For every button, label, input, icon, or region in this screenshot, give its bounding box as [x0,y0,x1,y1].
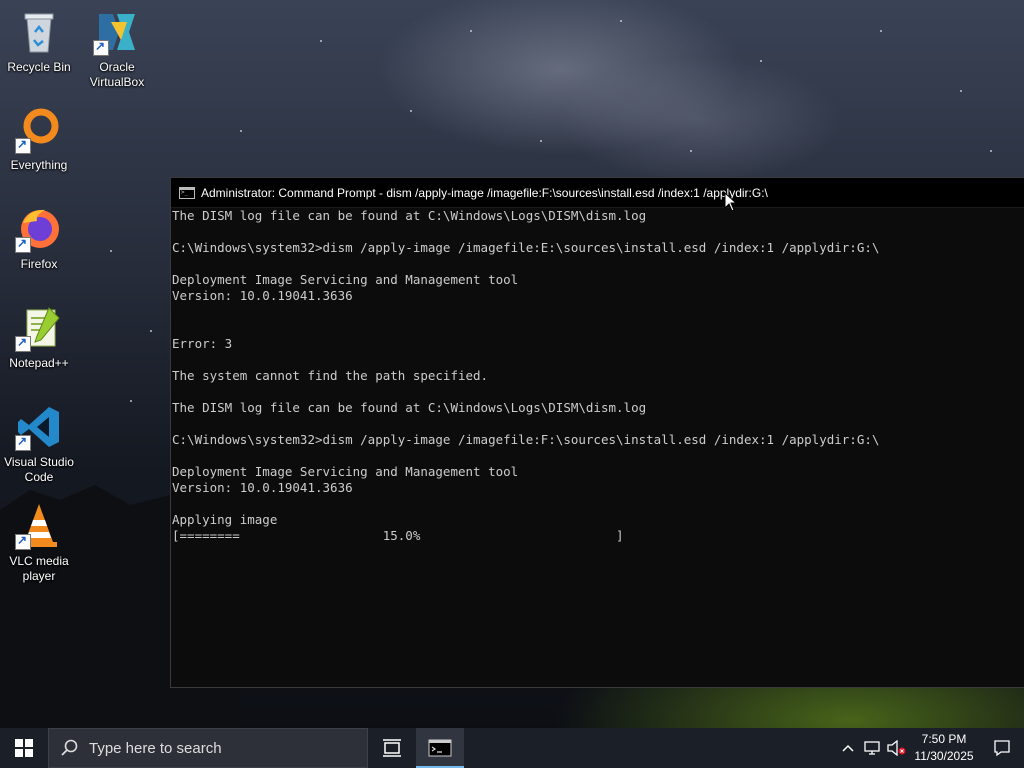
action-center-button[interactable] [980,728,1024,768]
shortcut-arrow-icon [15,137,31,154]
taskbar-command-prompt[interactable] [416,728,464,768]
console-line: Error: 3 [172,336,233,351]
search-icon [49,739,89,757]
taskbar-clock[interactable]: 7:50 PM 11/30/2025 [908,731,980,765]
shortcut-arrow-icon [15,533,31,550]
window-titlebar[interactable]: Administrator: Command Prompt - dism /ap… [171,178,1024,208]
start-button[interactable] [0,728,48,768]
console-line: The DISM log file can be found at C:\Win… [172,400,647,415]
search-placeholder: Type here to search [89,739,222,757]
virtualbox-icon [93,8,141,56]
command-prompt-icon [179,186,195,199]
everything-icon [15,106,63,154]
desktop-icon-vscode[interactable]: Visual Studio Code [0,403,78,485]
console-line: Applying image [172,512,278,527]
windows-logo-icon [15,739,33,757]
shortcut-arrow-icon [15,434,31,451]
desktop-icon-vlc[interactable]: VLC media player [0,502,78,584]
shortcut-arrow-icon [15,335,31,352]
vscode-icon [15,403,63,451]
desktop-icon-label: Firefox [20,257,58,271]
desktop-icon-firefox[interactable]: Firefox [0,205,78,272]
firefox-icon [15,205,63,253]
desktop-icon-notepadpp[interactable]: Notepad++ [0,304,78,371]
vlc-icon [15,502,63,550]
desktop-icon-label: VLC media player [9,554,69,583]
console-line: C:\Windows\system32>dism /apply-image /i… [172,240,880,255]
console-line: The system cannot find the path specifie… [172,368,489,383]
console-line: Version: 10.0.19041.3636 [172,480,353,495]
volume-muted-icon[interactable] [884,728,908,768]
chevron-up-icon[interactable] [836,728,860,768]
taskbar-search-box[interactable]: Type here to search [48,728,368,768]
desktop-icon-label: Oracle VirtualBox [89,60,145,89]
system-tray: 7:50 PM 11/30/2025 [836,728,1024,768]
console-line: Deployment Image Servicing and Managemen… [172,272,519,287]
taskbar: Type here to search 7:50 PM 11/30/2025 [0,728,1024,768]
command-prompt-icon [428,739,452,757]
recycle-bin-icon [15,8,63,56]
console-line: The DISM log file can be found at C:\Win… [172,208,647,223]
console-line: Deployment Image Servicing and Managemen… [172,464,519,479]
shortcut-arrow-icon [15,236,31,253]
task-view-icon [383,739,401,757]
desktop-icon-label: Recycle Bin [7,60,71,74]
window-title: Administrator: Command Prompt - dism /ap… [201,185,768,200]
command-prompt-window[interactable]: Administrator: Command Prompt - dism /ap… [170,177,1024,688]
notification-icon [994,740,1010,757]
network-icon[interactable] [860,728,884,768]
desktop-icon-label: Notepad++ [9,356,69,370]
console-output[interactable]: The DISM log file can be found at C:\Win… [171,208,1024,544]
desktop-icon-virtualbox[interactable]: Oracle VirtualBox [78,8,156,90]
desktop-icon-label: Everything [10,158,68,172]
desktop-icon-recycle-bin[interactable]: Recycle Bin [0,8,78,75]
notepadpp-icon [15,304,63,352]
desktop-icon-everything[interactable]: Everything [0,106,78,173]
mouse-cursor-icon [724,192,738,212]
console-line: [======== 15.0% ] [172,528,624,543]
clock-time: 7:50 PM [921,732,967,746]
console-line: Version: 10.0.19041.3636 [172,288,353,303]
task-view-button[interactable] [368,728,416,768]
shortcut-arrow-icon [93,39,109,56]
desktop-icon-label: Visual Studio Code [4,455,74,484]
console-line: C:\Windows\system32>dism /apply-image /i… [172,432,880,447]
clock-date: 11/30/2025 [914,749,974,763]
